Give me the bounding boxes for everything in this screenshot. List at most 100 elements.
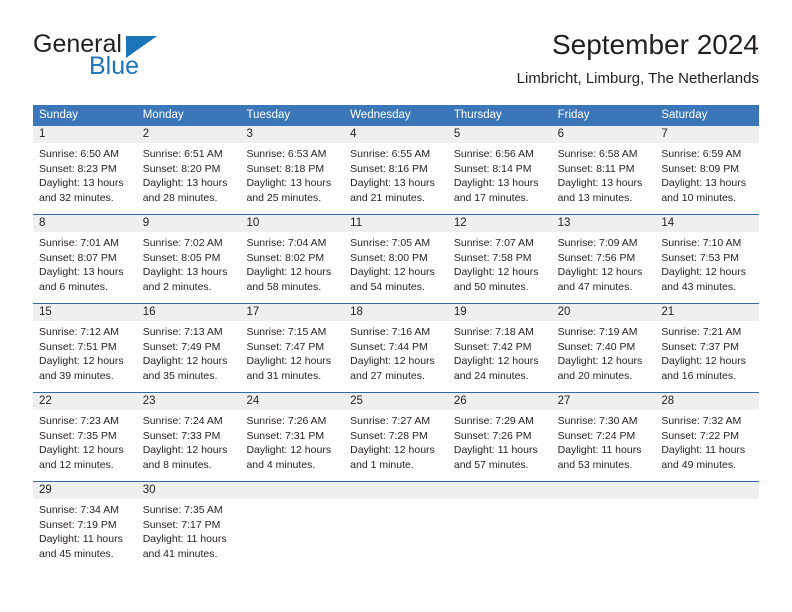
day-number <box>551 482 656 499</box>
day-cell[interactable]: 30 Sunrise: 7:35 AM Sunset: 7:17 PM Dayligh… <box>136 482 241 570</box>
sunrise-text: Sunrise: 7:02 AM <box>142 237 223 249</box>
daylight-text: and 41 minutes. <box>142 547 218 560</box>
daylight-text: Daylight: 12 hours <box>142 355 228 367</box>
day-number: 13 <box>551 215 656 232</box>
day-cell[interactable]: 5 Sunrise: 6:56 AM Sunset: 8:14 PM Daylight… <box>447 126 552 214</box>
sunrise-text: Sunrise: 6:51 AM <box>142 148 223 160</box>
day-cell[interactable]: 15 Sunrise: 7:12 AM Sunset: 7:51 PM Dayligh… <box>33 304 137 392</box>
daylight-text: Daylight: 12 hours <box>557 266 643 278</box>
day-details: Sunrise: 7:32 AM Sunset: 7:22 PM Daylight:… <box>655 410 759 472</box>
day-details: Sunrise: 7:15 AM Sunset: 7:47 PM Daylight:… <box>240 321 344 383</box>
day-cell[interactable]: 13 Sunrise: 7:09 AM Sunset: 7:56 PM Dayligh… <box>551 215 656 303</box>
day-cell-empty <box>655 482 760 570</box>
title-block: September 2024 Limbricht, Limburg, The N… <box>517 28 759 90</box>
day-number: 16 <box>136 304 241 321</box>
sunrise-text: Sunrise: 7:21 AM <box>661 326 742 338</box>
day-cell[interactable]: 16 Sunrise: 7:13 AM Sunset: 7:49 PM Dayligh… <box>136 304 241 392</box>
daylight-text: Daylight: 12 hours <box>39 355 124 367</box>
sunset-text: Sunset: 7:53 PM <box>661 251 739 264</box>
day-cell[interactable]: 4 Sunrise: 6:55 AM Sunset: 8:16 PM Daylight… <box>344 126 448 214</box>
sunrise-text: Sunrise: 7:05 AM <box>350 237 431 249</box>
general-blue-logo[interactable]: General Blue <box>33 28 233 90</box>
day-cell[interactable]: 26 Sunrise: 7:29 AM Sunset: 7:26 PM Dayligh… <box>447 393 552 481</box>
calendar-week-row: 29 Sunrise: 7:34 AM Sunset: 7:19 PM Dayligh… <box>33 481 760 570</box>
sunrise-text: Sunrise: 7:24 AM <box>142 415 223 427</box>
daylight-text: Daylight: 11 hours <box>557 444 642 456</box>
sunset-text: Sunset: 8:11 PM <box>557 162 635 175</box>
daylight-text: Daylight: 11 hours <box>453 444 538 456</box>
daylight-text: and 58 minutes. <box>246 280 322 293</box>
day-details: Sunrise: 7:09 AM Sunset: 7:56 PM Daylight:… <box>552 232 656 294</box>
daylight-text: and 32 minutes. <box>39 191 114 204</box>
day-number: 11 <box>344 215 448 232</box>
daylight-text: and 31 minutes. <box>246 369 322 382</box>
sunset-text: Sunset: 7:40 PM <box>557 340 636 353</box>
day-number: 21 <box>655 304 760 321</box>
day-number: 9 <box>136 215 241 232</box>
day-cell[interactable]: 24 Sunrise: 7:26 AM Sunset: 7:31 PM Dayligh… <box>240 393 345 481</box>
day-number: 24 <box>240 393 345 410</box>
day-cell[interactable]: 3 Sunrise: 6:53 AM Sunset: 8:18 PM Daylight… <box>240 126 345 214</box>
sunset-text: Sunset: 8:02 PM <box>246 251 325 264</box>
day-cell[interactable]: 19 Sunrise: 7:18 AM Sunset: 7:42 PM Dayligh… <box>447 304 552 392</box>
day-cell[interactable]: 7 Sunrise: 6:59 AM Sunset: 8:09 PM Daylight… <box>655 126 760 214</box>
sunset-text: Sunset: 7:58 PM <box>453 251 532 264</box>
day-details: Sunrise: 7:24 AM Sunset: 7:33 PM Daylight:… <box>137 410 241 472</box>
weekday-header-friday: Friday <box>557 109 590 121</box>
day-cell[interactable]: 8 Sunrise: 7:01 AM Sunset: 8:07 PM Daylight… <box>33 215 137 303</box>
page-header: General Blue September 2024 Limbricht, L… <box>33 28 759 100</box>
daylight-text: Daylight: 13 hours <box>557 177 643 189</box>
day-cell[interactable]: 2 Sunrise: 6:51 AM Sunset: 8:20 PM Daylight… <box>136 126 241 214</box>
day-cell[interactable]: 28 Sunrise: 7:32 AM Sunset: 7:22 PM Dayligh… <box>655 393 760 481</box>
day-number <box>447 482 552 499</box>
daylight-text: Daylight: 12 hours <box>350 266 435 278</box>
day-cell[interactable]: 20 Sunrise: 7:19 AM Sunset: 7:40 PM Dayligh… <box>551 304 656 392</box>
day-details: Sunrise: 7:26 AM Sunset: 7:31 PM Daylight:… <box>240 410 344 472</box>
sunset-text: Sunset: 8:09 PM <box>661 162 739 175</box>
calendar-grid: Sunday Monday Tuesday Wednesday Thursday Frid… <box>33 105 760 570</box>
daylight-text: and 4 minutes. <box>246 458 316 471</box>
day-number: 2 <box>136 126 241 143</box>
day-details: Sunrise: 7:23 AM Sunset: 7:35 PM Daylight:… <box>33 410 137 472</box>
page-subtitle: Limbricht, Limburg, The Netherlands <box>516 70 759 87</box>
day-cell[interactable]: 29 Sunrise: 7:34 AM Sunset: 7:19 PM Dayligh… <box>33 482 137 570</box>
sunset-text: Sunset: 8:14 PM <box>453 162 532 175</box>
daylight-text: and 8 minutes. <box>142 458 212 471</box>
day-cell[interactable]: 10 Sunrise: 7:04 AM Sunset: 8:02 PM Dayligh… <box>240 215 345 303</box>
day-cell[interactable]: 11 Sunrise: 7:05 AM Sunset: 8:00 PM Dayligh… <box>344 215 448 303</box>
day-cell[interactable]: 23 Sunrise: 7:24 AM Sunset: 7:33 PM Dayligh… <box>136 393 241 481</box>
daylight-text: and 21 minutes. <box>350 191 425 204</box>
daylight-text: Daylight: 12 hours <box>39 444 124 456</box>
day-cell[interactable]: 17 Sunrise: 7:15 AM Sunset: 7:47 PM Dayligh… <box>240 304 345 392</box>
day-number: 1 <box>33 126 137 143</box>
day-cell[interactable]: 25 Sunrise: 7:27 AM Sunset: 7:28 PM Dayligh… <box>344 393 448 481</box>
calendar-page: General Blue September 2024 Limbricht, L… <box>0 0 792 612</box>
day-number <box>655 482 760 499</box>
daylight-text: Daylight: 12 hours <box>661 355 746 367</box>
day-cell[interactable]: 6 Sunrise: 6:58 AM Sunset: 8:11 PM Daylight… <box>551 126 656 214</box>
day-cell[interactable]: 12 Sunrise: 7:07 AM Sunset: 7:58 PM Dayligh… <box>447 215 552 303</box>
day-cell-empty <box>551 482 656 570</box>
daylight-text: Daylight: 12 hours <box>661 266 746 278</box>
day-cell[interactable]: 21 Sunrise: 7:21 AM Sunset: 7:37 PM Dayligh… <box>655 304 760 392</box>
day-cell[interactable]: 14 Sunrise: 7:10 AM Sunset: 7:53 PM Dayligh… <box>655 215 760 303</box>
day-cell[interactable]: 27 Sunrise: 7:30 AM Sunset: 7:24 PM Dayligh… <box>551 393 656 481</box>
day-details <box>552 499 656 503</box>
day-cell[interactable]: 1 Sunrise: 6:50 AM Sunset: 8:23 PM Daylight… <box>33 126 137 214</box>
daylight-text: and 45 minutes. <box>39 547 114 560</box>
sunset-text: Sunset: 7:42 PM <box>453 340 532 353</box>
sunset-text: Sunset: 7:56 PM <box>557 251 636 264</box>
sunrise-text: Sunrise: 7:19 AM <box>557 326 638 338</box>
day-cell[interactable]: 18 Sunrise: 7:16 AM Sunset: 7:44 PM Dayligh… <box>344 304 448 392</box>
daylight-text: and 35 minutes. <box>142 369 218 382</box>
daylight-text: Daylight: 12 hours <box>350 444 435 456</box>
sunset-text: Sunset: 7:28 PM <box>350 429 428 442</box>
calendar-week-row: 22 Sunrise: 7:23 AM Sunset: 7:35 PM Dayligh… <box>33 392 760 481</box>
sunrise-text: Sunrise: 7:10 AM <box>661 237 742 249</box>
day-cell[interactable]: 22 Sunrise: 7:23 AM Sunset: 7:35 PM Dayligh… <box>33 393 137 481</box>
day-cell[interactable]: 9 Sunrise: 7:02 AM Sunset: 8:05 PM Daylight… <box>136 215 241 303</box>
daylight-text: and 28 minutes. <box>142 191 218 204</box>
daylight-text: and 17 minutes. <box>453 191 529 204</box>
day-number: 10 <box>240 215 345 232</box>
day-number: 26 <box>447 393 552 410</box>
